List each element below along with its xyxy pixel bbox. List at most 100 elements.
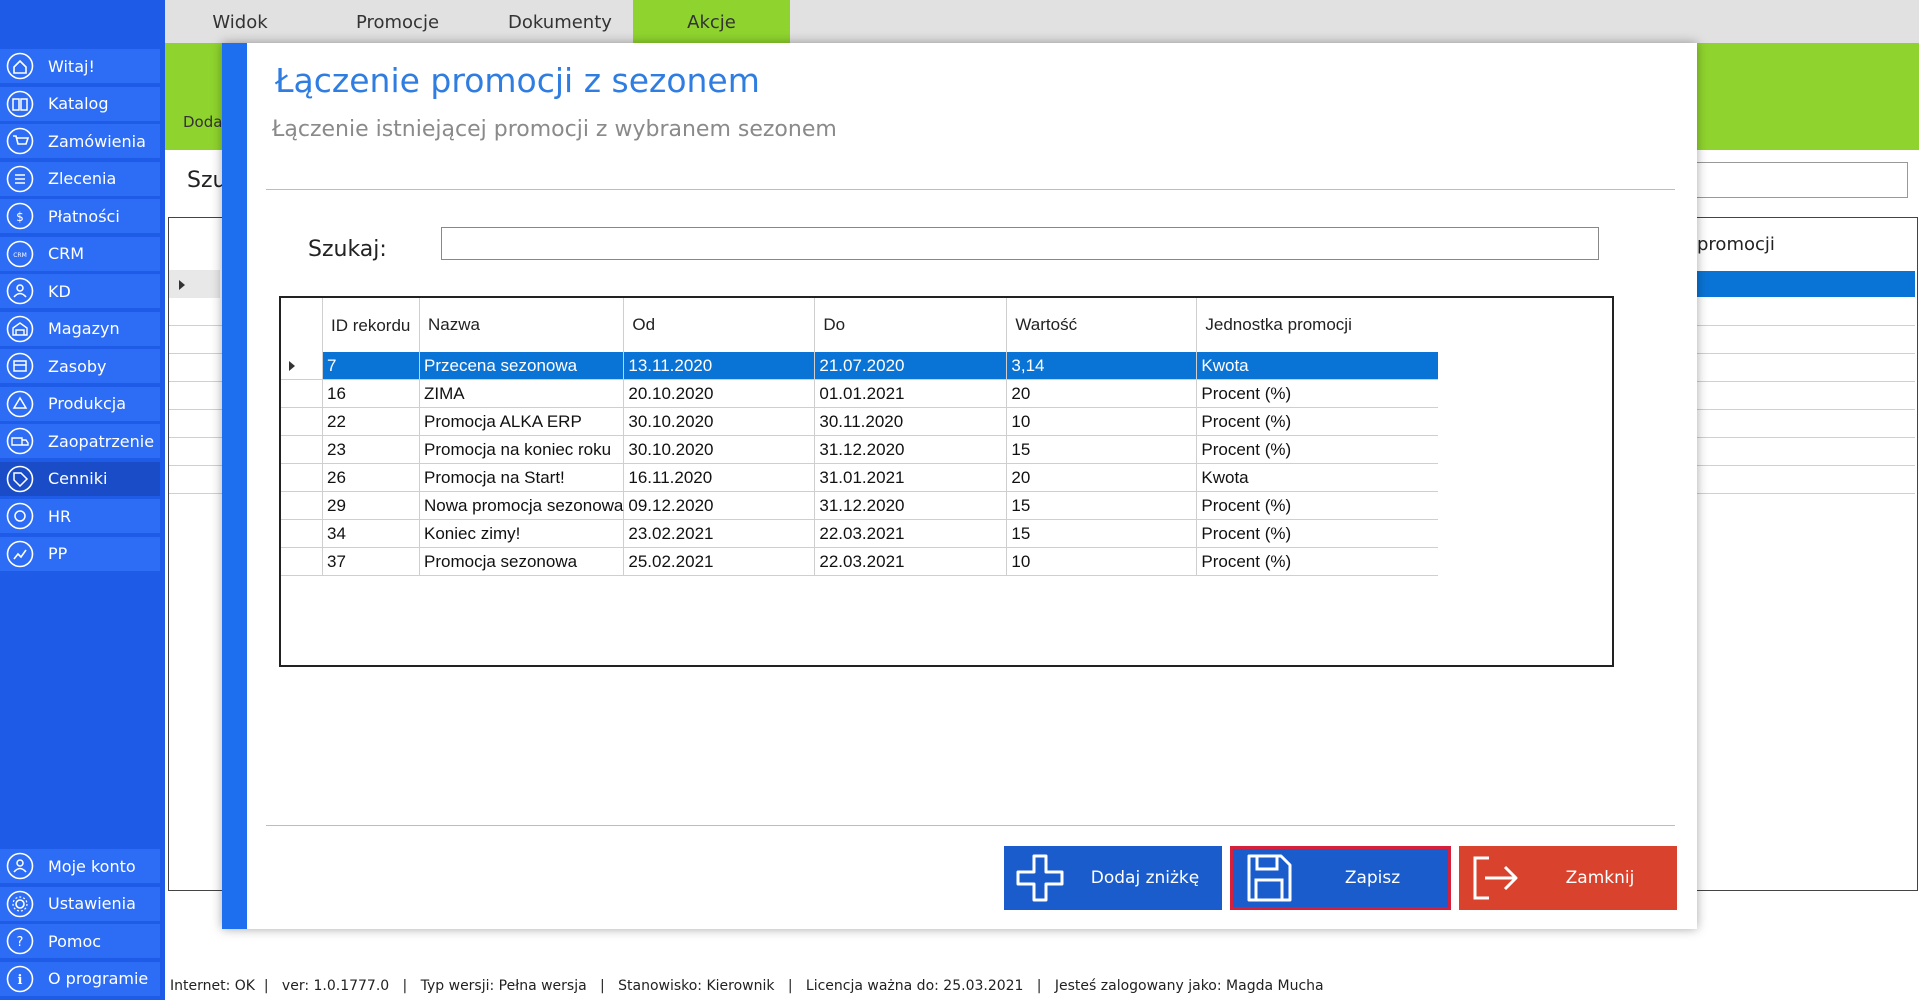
cell-from[interactable]: 30.10.2020: [623, 407, 816, 436]
tab-dokumenty[interactable]: Dokumenty: [480, 0, 640, 43]
table-row[interactable]: 23 Promocja na koniec roku 30.10.2020 31.12…: [281, 435, 1439, 464]
cell-from[interactable]: 16.11.2020: [623, 463, 816, 492]
cell-value[interactable]: 15: [1006, 519, 1198, 548]
column-header-id[interactable]: ID rekordu: [322, 298, 420, 352]
cell-to[interactable]: 31.12.2020: [814, 435, 1008, 464]
row-header[interactable]: [281, 491, 323, 520]
row-header[interactable]: [281, 379, 323, 408]
sidebar-item-pp[interactable]: PP: [0, 536, 160, 571]
sidebar-item-production[interactable]: Produkcja: [0, 386, 160, 421]
cell-value[interactable]: 15: [1006, 435, 1198, 464]
cell-id[interactable]: 37: [322, 547, 420, 576]
cell-id[interactable]: 22: [322, 407, 420, 436]
table-row[interactable]: 29 Nowa promocja sezonowa 09.12.2020 31.12.…: [281, 491, 1439, 520]
cell-from[interactable]: 30.10.2020: [623, 435, 816, 464]
sidebar-item-truck[interactable]: Zaopatrzenie: [0, 424, 160, 458]
cell-value[interactable]: 10: [1006, 407, 1198, 436]
table-row[interactable]: 37 Promocja sezonowa 25.02.2021 22.03.2021 1…: [281, 547, 1439, 576]
column-header-to[interactable]: Do: [814, 298, 1008, 352]
sidebar-item-crm[interactable]: CRM CRM: [0, 236, 160, 271]
sidebar-item-info[interactable]: i O programie: [0, 961, 160, 996]
sidebar-item-home[interactable]: Witaj!: [0, 49, 160, 83]
row-header[interactable]: [281, 463, 323, 492]
cell-name[interactable]: Nowa promocja sezonowa: [419, 491, 625, 520]
row-header[interactable]: [281, 407, 323, 436]
cell-id[interactable]: 34: [322, 519, 420, 548]
cell-unit[interactable]: Procent (%): [1196, 435, 1439, 464]
cell-to[interactable]: 01.01.2021: [814, 379, 1008, 408]
cell-name[interactable]: Koniec zimy!: [419, 519, 625, 548]
search-input[interactable]: [441, 227, 1599, 260]
column-header-value[interactable]: Wartość: [1006, 298, 1198, 352]
tab-promocje[interactable]: Promocje: [315, 0, 480, 43]
cell-unit[interactable]: Kwota: [1196, 352, 1439, 380]
row-header[interactable]: [281, 435, 323, 464]
save-button[interactable]: Zapisz: [1230, 846, 1451, 910]
cell-from[interactable]: 20.10.2020: [623, 379, 816, 408]
promotions-grid[interactable]: ID rekordu Nazwa Od Do Wartość Jednostka…: [279, 296, 1614, 667]
tab-akcje[interactable]: Akcje: [633, 0, 790, 43]
sidebar-item-hr[interactable]: HR: [0, 499, 160, 533]
cell-value[interactable]: 3,14: [1006, 352, 1198, 380]
column-header-from[interactable]: Od: [623, 298, 816, 352]
sidebar-item-tag[interactable]: Cenniki: [0, 461, 160, 496]
sidebar-item-account[interactable]: Moje konto: [0, 849, 160, 883]
row-header[interactable]: [281, 519, 323, 548]
cell-name[interactable]: Promocja ALKA ERP: [419, 407, 625, 436]
cell-from[interactable]: 09.12.2020: [623, 491, 816, 520]
cell-unit[interactable]: Procent (%): [1196, 547, 1439, 576]
cell-id[interactable]: 26: [322, 463, 420, 492]
cell-name[interactable]: ZIMA: [419, 379, 625, 408]
cell-unit[interactable]: Procent (%): [1196, 519, 1439, 548]
table-row[interactable]: 7 Przecena sezonowa 13.11.2020 21.07.2020 3,…: [281, 352, 1439, 380]
cell-id[interactable]: 7: [322, 352, 420, 380]
close-button[interactable]: Zamknij: [1459, 846, 1677, 910]
cell-unit[interactable]: Procent (%): [1196, 491, 1439, 520]
sidebar-item-dollar[interactable]: $ Płatności: [0, 199, 160, 233]
cell-to[interactable]: 30.11.2020: [814, 407, 1008, 436]
cell-to[interactable]: 31.01.2021: [814, 463, 1008, 492]
cell-unit[interactable]: Procent (%): [1196, 407, 1439, 436]
sidebar-item-warehouse[interactable]: Magazyn: [0, 311, 160, 346]
table-row[interactable]: 26 Promocja na Start! 16.11.2020 31.01.2021…: [281, 463, 1439, 492]
cell-from[interactable]: 13.11.2020: [623, 352, 816, 380]
sidebar-item-cart[interactable]: Zamówienia: [0, 124, 160, 158]
cell-value[interactable]: 20: [1006, 379, 1198, 408]
cell-to[interactable]: 21.07.2020: [814, 352, 1008, 380]
sidebar-item-gear[interactable]: Ustawienia: [0, 886, 160, 921]
sidebar-item-resources[interactable]: Zasoby: [0, 349, 160, 383]
cell-from[interactable]: 23.02.2021: [623, 519, 816, 548]
ribbon-add-label[interactable]: Doda: [183, 113, 222, 131]
cell-value[interactable]: 15: [1006, 491, 1198, 520]
cell-name[interactable]: Przecena sezonowa: [419, 352, 625, 380]
cell-to[interactable]: 22.03.2021: [814, 547, 1008, 576]
cell-id[interactable]: 23: [322, 435, 420, 464]
cell-value[interactable]: 10: [1006, 547, 1198, 576]
sidebar-item-list[interactable]: Zlecenia: [0, 161, 160, 196]
row-header[interactable]: [281, 352, 323, 380]
cell-id[interactable]: 29: [322, 491, 420, 520]
table-row[interactable]: 22 Promocja ALKA ERP 30.10.2020 30.11.2020 1…: [281, 407, 1439, 436]
table-row[interactable]: 34 Koniec zimy! 23.02.2021 22.03.2021 15 Proc…: [281, 519, 1439, 548]
add-discount-button[interactable]: Dodaj zniżkę: [1004, 846, 1222, 910]
background-search-input[interactable]: [1690, 162, 1908, 198]
sidebar-item-user[interactable]: KD: [0, 274, 160, 308]
column-header-name[interactable]: Nazwa: [419, 298, 625, 352]
background-selected-row[interactable]: [1697, 271, 1915, 297]
column-header-unit[interactable]: Jednostka promocji: [1197, 298, 1439, 352]
cell-value[interactable]: 20: [1006, 463, 1198, 492]
cell-id[interactable]: 16: [322, 379, 420, 408]
sidebar-item-book[interactable]: Katalog: [0, 86, 160, 121]
tab-widok[interactable]: Widok: [165, 0, 315, 43]
cell-name[interactable]: Promocja sezonowa: [419, 547, 625, 576]
cell-name[interactable]: Promocja na koniec roku: [419, 435, 625, 464]
cell-from[interactable]: 25.02.2021: [623, 547, 816, 576]
cell-name[interactable]: Promocja na Start!: [419, 463, 625, 492]
table-row[interactable]: 16 ZIMA 20.10.2020 01.01.2021 20 Procent (%): [281, 379, 1439, 408]
cell-unit[interactable]: Kwota: [1196, 463, 1439, 492]
row-header[interactable]: [281, 547, 323, 576]
sidebar-item-help[interactable]: ? Pomoc: [0, 924, 160, 958]
cell-to[interactable]: 31.12.2020: [814, 491, 1008, 520]
cell-to[interactable]: 22.03.2021: [814, 519, 1008, 548]
cell-unit[interactable]: Procent (%): [1196, 379, 1439, 408]
